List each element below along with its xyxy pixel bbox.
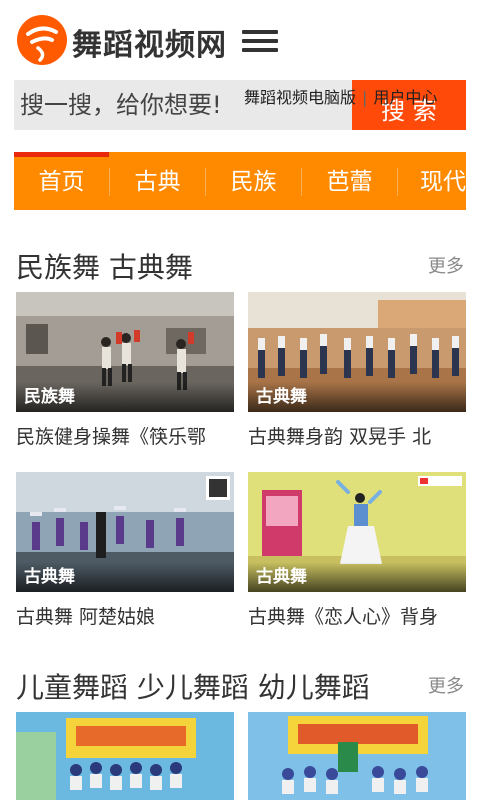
- hamburger-menu-icon[interactable]: [242, 30, 278, 52]
- video-title[interactable]: 古典舞《恋人心》背身: [248, 602, 466, 629]
- header: 舞蹈视频网: [0, 0, 480, 80]
- video-thumbnail[interactable]: 民族舞: [16, 292, 234, 412]
- video-thumbnail[interactable]: 古典舞: [248, 292, 466, 412]
- video-title[interactable]: 民族健身操舞《筷乐鄂: [16, 422, 234, 449]
- video-thumbnail[interactable]: [248, 712, 466, 800]
- nav-active-indicator: [14, 152, 109, 157]
- section-title: 儿童舞蹈 少儿舞蹈 幼儿舞蹈: [16, 671, 370, 704]
- nav-item-modern[interactable]: 现代: [402, 164, 466, 200]
- video-title[interactable]: 古典舞 阿楚姑娘: [16, 602, 234, 629]
- pc-version-link[interactable]: 舞蹈视频电脑版: [244, 88, 356, 107]
- nav-item-classical[interactable]: 古典: [110, 164, 205, 200]
- video-card[interactable]: 民族舞 民族健身操舞《筷乐鄂: [16, 292, 234, 449]
- more-link[interactable]: 更多: [428, 672, 464, 698]
- page: 舞蹈视频网 搜 索 舞蹈视频电脑版|用户中心 首页 古典 民族 芭蕾 现代 民族…: [0, 0, 480, 800]
- nav-divider: [397, 168, 398, 196]
- video-card[interactable]: [248, 712, 466, 800]
- nav-item-folk[interactable]: 民族: [206, 164, 301, 200]
- user-center-link[interactable]: 用户中心: [373, 88, 437, 107]
- video-tag: 民族舞: [16, 382, 234, 412]
- link-separator: |: [362, 88, 368, 107]
- nav-item-ballet[interactable]: 芭蕾: [302, 164, 397, 200]
- video-tag: 古典舞: [16, 562, 234, 592]
- more-link[interactable]: 更多: [428, 252, 464, 278]
- video-thumbnail[interactable]: 古典舞: [16, 472, 234, 592]
- video-thumbnail[interactable]: 古典舞: [248, 472, 466, 592]
- category-nav: 首页 古典 民族 芭蕾 现代: [14, 152, 466, 210]
- top-links: 舞蹈视频电脑版 | 用户中心: [244, 84, 437, 108]
- video-card[interactable]: 古典舞 古典舞 阿楚姑娘: [16, 472, 234, 629]
- video-thumbnail[interactable]: [16, 712, 234, 800]
- video-card[interactable]: 古典舞 古典舞身韵 双晃手 北: [248, 292, 466, 449]
- video-card[interactable]: 古典舞 古典舞《恋人心》背身: [248, 472, 466, 629]
- logo-icon[interactable]: [16, 14, 68, 66]
- video-title[interactable]: 古典舞身韵 双晃手 北: [248, 422, 466, 449]
- section-title: 民族舞 古典舞: [16, 251, 193, 284]
- video-card[interactable]: [16, 712, 234, 800]
- logo-text[interactable]: 舞蹈视频网: [72, 20, 227, 64]
- video-tag: 古典舞: [248, 562, 466, 592]
- nav-item-home[interactable]: 首页: [14, 164, 109, 200]
- video-tag: 古典舞: [248, 382, 466, 412]
